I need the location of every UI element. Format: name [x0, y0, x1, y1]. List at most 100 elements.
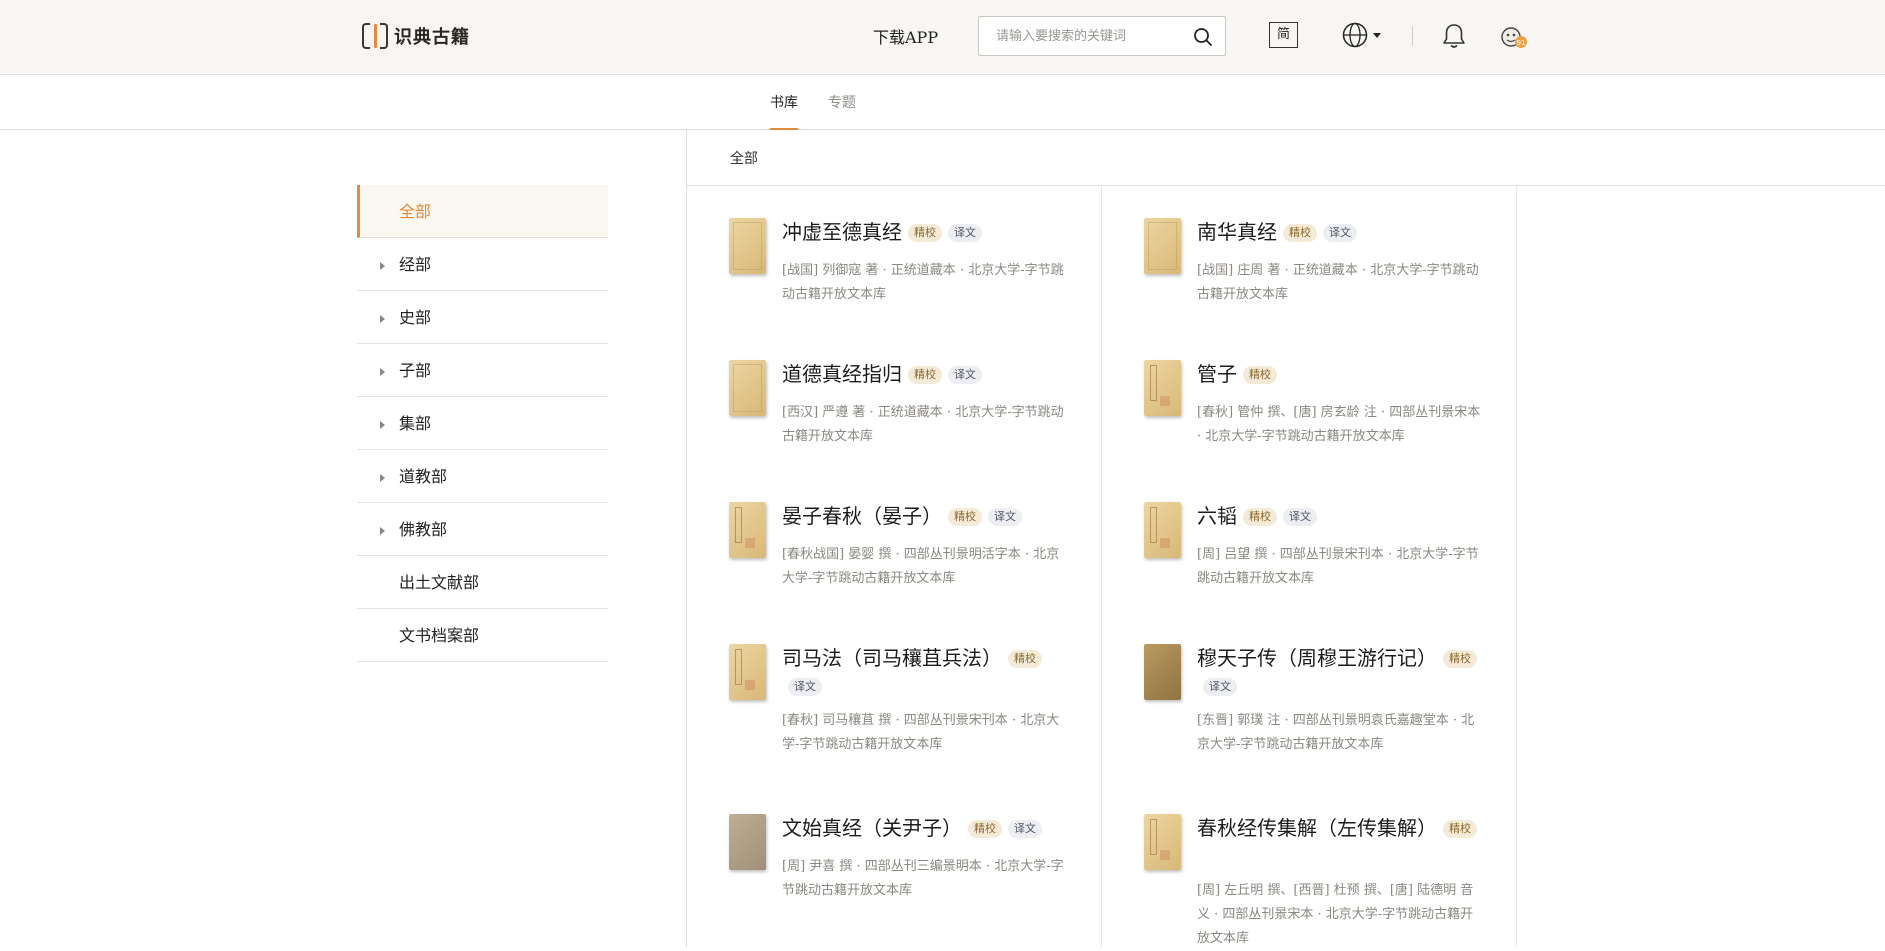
proofread-badge: 精校: [908, 366, 942, 384]
caret-right-icon[interactable]: [380, 368, 385, 376]
book-title-text: 春秋经传集解（左传集解）: [1197, 816, 1437, 840]
translation-badge: 译文: [948, 224, 982, 242]
book-title-text: 晏子春秋（晏子）: [782, 504, 942, 528]
translation-badge: 译文: [1203, 678, 1237, 696]
book-title[interactable]: 晏子春秋（晏子） 精校 译文: [782, 502, 1067, 530]
breadcrumb: 全部: [687, 130, 1885, 186]
caret-right-icon[interactable]: [380, 421, 385, 429]
sidebar-item-shi[interactable]: 史部: [357, 291, 608, 344]
book-title-text: 穆天子传（周穆王游行记）: [1197, 646, 1437, 670]
book-meta: [春秋战国] 晏婴 撰 · 四部丛刊景明活字本 · 北京大学-字节跳动古籍开放文…: [782, 547, 1060, 586]
column-divider: [1516, 186, 1517, 947]
book-title[interactable]: 冲虚至德真经 精校 译文: [782, 218, 1067, 246]
book-title[interactable]: 文始真经（关尹子） 精校 译文: [782, 814, 1067, 842]
book-cover-image[interactable]: [1144, 502, 1181, 558]
book-title[interactable]: 道德真经指归 精校 译文: [782, 360, 1067, 388]
book-cover-image[interactable]: [1144, 814, 1181, 870]
book-title-text: 冲虚至德真经: [782, 220, 902, 244]
language-globe-icon[interactable]: [1342, 22, 1386, 48]
column-divider: [1101, 186, 1102, 947]
caret-right-icon[interactable]: [380, 474, 385, 482]
book-meta: [周] 吕望 撰 · 四部丛刊景宋刊本 · 北京大学-字节跳动古籍开放文本库: [1197, 547, 1479, 586]
sidebar-item-all[interactable]: 全部: [357, 185, 608, 238]
simplified-chinese-toggle[interactable]: 简: [1269, 22, 1298, 48]
book-title[interactable]: 管子 精校: [1197, 360, 1482, 388]
book-title[interactable]: 南华真经 精校 译文: [1197, 218, 1482, 246]
book-title[interactable]: 穆天子传（周穆王游行记） 精校译文: [1197, 644, 1482, 700]
book-title[interactable]: 六韬 精校 译文: [1197, 502, 1482, 530]
book-meta: [西汉] 严遵 著 · 正统道藏本 · 北京大学-字节跳动古籍开放文本库: [782, 405, 1064, 444]
book-meta: [东晋] 郭璞 注 · 四部丛刊景明袁氏嘉趣堂本 · 北京大学-字节跳动古籍开放…: [1197, 713, 1475, 752]
sidebar-item-zi[interactable]: 子部: [357, 344, 608, 397]
book-meta: [周] 尹喜 撰 · 四部丛刊三编景明本 · 北京大学-字节跳动古籍开放文本库: [782, 859, 1064, 898]
book-title-text: 文始真经（关尹子）: [782, 816, 962, 840]
book-meta: [战国] 列御寇 著 · 正统道藏本 · 北京大学-字节跳动古籍开放文本库: [782, 263, 1064, 302]
tab-library[interactable]: 书库: [770, 92, 798, 130]
sidebar-item-archives[interactable]: 文书档案部: [357, 609, 608, 662]
sidebar-item-label: 子部: [399, 361, 432, 380]
book-meta: [周] 左丘明 撰、[西晋] 杜预 撰、[唐] 陆德明 音义 · 四部丛刊景宋本…: [1197, 883, 1474, 946]
proofread-badge: 精校: [948, 508, 982, 526]
sidebar-item-jing[interactable]: 经部: [357, 238, 608, 291]
sidebar-item-label: 史部: [399, 308, 432, 327]
book-cover-image[interactable]: [729, 218, 766, 274]
book-meta: [春秋] 司马穰苴 撰 · 四部丛刊景宋刊本 · 北京大学-字节跳动古籍开放文本…: [782, 713, 1060, 752]
logo-text: 识典古籍: [394, 27, 470, 48]
book-title[interactable]: 春秋经传集解（左传集解） 精校: [1197, 814, 1482, 842]
book-cover-image[interactable]: [1144, 360, 1181, 416]
book-cover-image[interactable]: [1144, 644, 1181, 700]
book-title-text: 道德真经指归: [782, 362, 902, 386]
book-cover-image[interactable]: [729, 644, 766, 700]
sidebar-item-label: 出土文献部: [399, 573, 480, 592]
book-cover-image[interactable]: [729, 502, 766, 558]
proofread-badge: 精校: [1443, 820, 1477, 838]
translation-badge: 译文: [988, 508, 1022, 526]
proofread-badge: 精校: [1283, 224, 1317, 242]
sidebar-item-daoism[interactable]: 道教部: [357, 450, 608, 503]
translation-badge: 译文: [788, 678, 822, 696]
sidebar-item-excavated[interactable]: 出土文献部: [357, 556, 608, 609]
download-app-link[interactable]: 下载APP: [873, 24, 938, 48]
user-avatar[interactable]: 91: [1499, 23, 1529, 51]
book-title-text: 管子: [1197, 362, 1237, 386]
proofread-badge: 精校: [968, 820, 1002, 838]
sidebar-item-buddhism[interactable]: 佛教部: [357, 503, 608, 556]
search-icon[interactable]: [1193, 27, 1213, 47]
translation-badge: 译文: [1008, 820, 1042, 838]
tab-topics[interactable]: 专题: [828, 92, 856, 130]
book-title-text: 南华真经: [1197, 220, 1277, 244]
sidebar-item-label: 全部: [399, 202, 432, 221]
book-title-text: 司马法（司马穰苴兵法）: [782, 646, 1002, 670]
content-left-border: [686, 130, 687, 947]
proofread-badge: 精校: [1243, 508, 1277, 526]
book-meta: [春秋] 管仲 撰、[唐] 房玄龄 注 · 四部丛刊景宋本 · 北京大学-字节跳…: [1197, 405, 1481, 444]
proofread-badge: 精校: [1008, 650, 1042, 668]
svg-text:91: 91: [1517, 39, 1526, 47]
caret-right-icon[interactable]: [380, 527, 385, 535]
caret-right-icon[interactable]: [380, 262, 385, 270]
book-title[interactable]: 司马法（司马穰苴兵法） 精校译文: [782, 644, 1067, 700]
avatar-icon: 91: [1501, 27, 1527, 48]
site-logo[interactable]: 识典古籍: [362, 20, 470, 52]
search-input[interactable]: [980, 18, 1180, 54]
sidebar-item-label: 经部: [399, 255, 432, 274]
search-box: [978, 16, 1226, 56]
sidebar-item-ji[interactable]: 集部: [357, 397, 608, 450]
proofread-badge: 精校: [908, 224, 942, 242]
sidebar-item-label: 文书档案部: [399, 626, 480, 645]
breadcrumb-current: 全部: [730, 151, 758, 167]
notification-bell-icon[interactable]: [1441, 22, 1467, 50]
header-divider: [1412, 26, 1413, 46]
book-cover-image[interactable]: [729, 360, 766, 416]
library-tabs: 书库 专题: [0, 76, 1885, 130]
sidebar-item-label: 道教部: [399, 467, 448, 486]
proofread-badge: 精校: [1243, 366, 1277, 384]
book-cover-image[interactable]: [1144, 218, 1181, 274]
translation-badge: 译文: [1283, 508, 1317, 526]
sidebar-item-label: 集部: [399, 414, 432, 433]
caret-right-icon[interactable]: [380, 315, 385, 323]
category-sidebar: 全部 经部 史部 子部 集部 道教部 佛教部 出土文献部 文书档案部: [357, 185, 608, 662]
logo-icon: [362, 22, 390, 50]
book-cover-image[interactable]: [729, 814, 766, 870]
translation-badge: 译文: [948, 366, 982, 384]
